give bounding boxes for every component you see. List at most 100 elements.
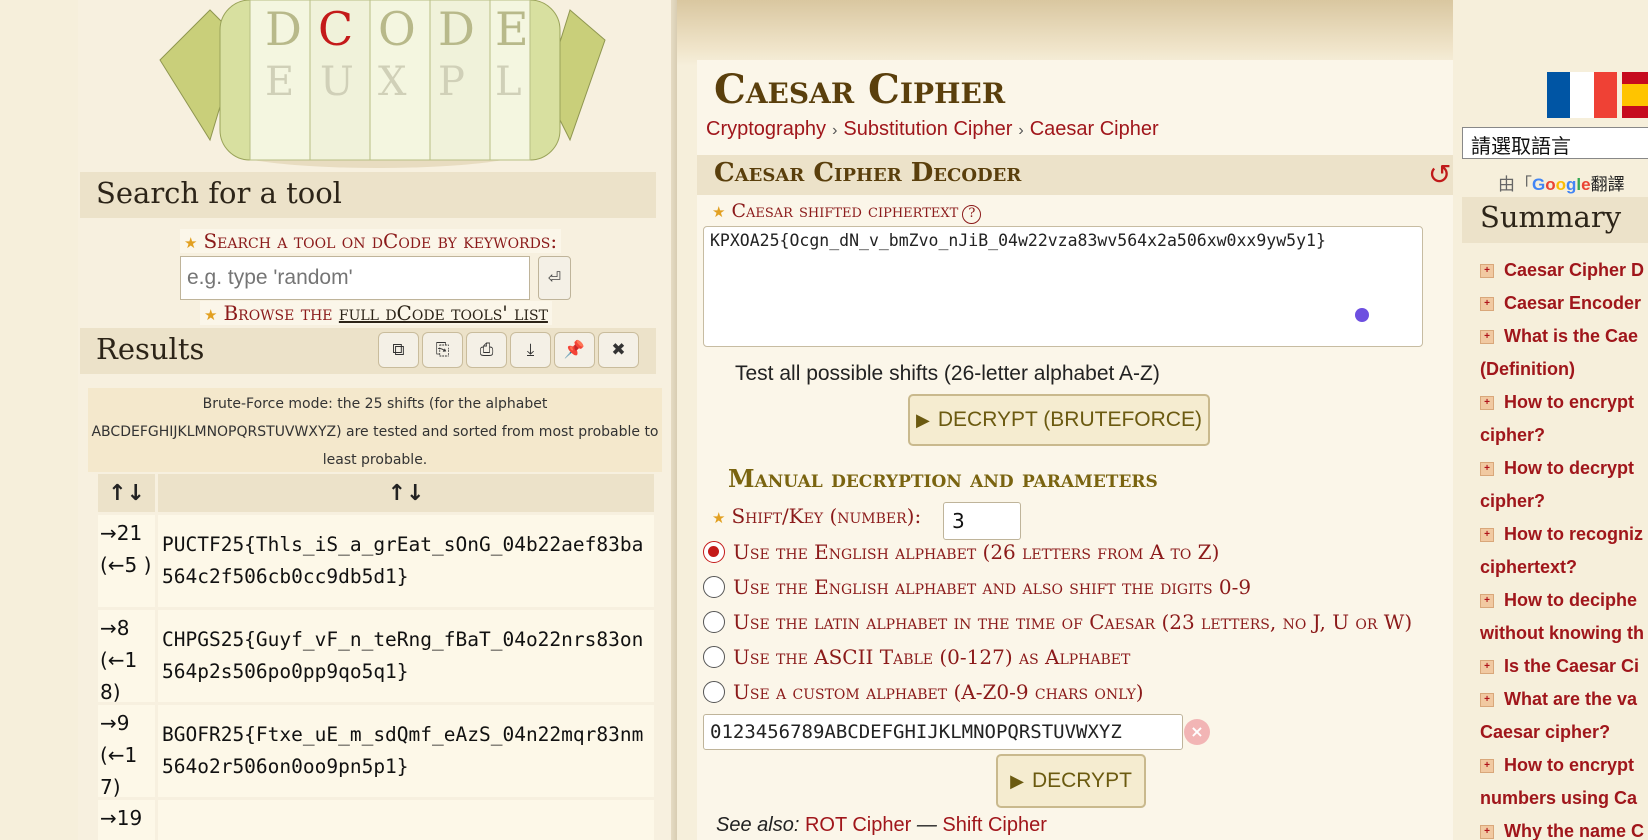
help-icon[interactable]: ?: [962, 205, 982, 224]
shift-label-text: Shift/Key (number):: [731, 504, 922, 528]
bruteforce-note-line: least probable.: [322, 452, 428, 468]
summary-item-label: ciphertext?: [1480, 557, 1578, 577]
breadcrumb-cryptography[interactable]: Cryptography: [706, 118, 826, 140]
summary-bullet-icon: +: [1480, 759, 1494, 774]
summary-bullet-icon: +: [1480, 660, 1494, 675]
star-icon: ★: [204, 306, 218, 324]
summary-item-label: (Definition): [1480, 359, 1575, 379]
breadcrumb-separator: ›: [832, 122, 838, 139]
sort-shift-header[interactable]: ↑↓: [98, 474, 155, 512]
custom-alphabet-input[interactable]: [703, 714, 1183, 750]
summary-item-label: Caesar cipher?: [1480, 722, 1611, 742]
shift-cipher-link[interactable]: Shift Cipher: [942, 814, 1047, 836]
summary-item[interactable]: Caesar cipher?: [1480, 716, 1648, 749]
summary-item[interactable]: cipher?: [1480, 419, 1648, 452]
rot-cipher-link[interactable]: ROT Cipher: [805, 814, 911, 836]
google-logo-icon[interactable]: Google: [1532, 175, 1591, 194]
row-shift: →21 (←5 ): [98, 515, 155, 607]
summary-item-label: Why the name C: [1504, 821, 1645, 840]
svg-text:L: L: [495, 59, 522, 105]
summary-item[interactable]: + How to decrypt: [1480, 452, 1648, 485]
decrypt-bruteforce-label: DECRYPT (BRUTEFORCE): [937, 408, 1202, 431]
breadcrumb-caesar-cipher[interactable]: Caesar Cipher: [1030, 118, 1159, 140]
radio-button[interactable]: [703, 681, 725, 703]
summary-item[interactable]: + Caesar Encoder: [1480, 287, 1648, 320]
svg-text:X: X: [378, 59, 407, 105]
pin-button[interactable]: 📌: [554, 332, 595, 368]
summary-item-label: cipher?: [1480, 425, 1546, 445]
summary-item[interactable]: + Why the name C: [1480, 815, 1648, 840]
dcode-logo-icon[interactable]: D C O D E E U X P L: [150, 0, 610, 172]
radio-button[interactable]: [703, 541, 725, 563]
tool-search-input[interactable]: [180, 256, 530, 300]
spanish-flag-icon[interactable]: [1622, 72, 1648, 118]
summary-item[interactable]: + What are the va: [1480, 683, 1648, 716]
radio-english-digits[interactable]: Use the English alphabet and also shift …: [703, 575, 1251, 599]
google-translate-credit: 由「Google翻譯: [1498, 170, 1625, 195]
summary-item[interactable]: cipher?: [1480, 485, 1648, 518]
summary-bullet-icon: +: [1480, 594, 1494, 609]
radio-latin-alphabet[interactable]: Use the latin alphabet in the time of Ca…: [703, 610, 1412, 634]
print-button[interactable]: ⎙: [466, 332, 507, 368]
decrypt-button[interactable]: ▶ DECRYPT: [996, 754, 1146, 808]
summary-item[interactable]: + How to encrypt: [1480, 386, 1648, 419]
ciphertext-label: ★ Caesar shifted ciphertext?: [712, 200, 982, 224]
search-label-text: Search a tool on dCode by keywords:: [203, 229, 558, 253]
bruteforce-note-line: ABCDEFGHIJKLMNOPQRSTUVWXYZ) are tested a…: [91, 424, 659, 440]
radio-ascii-table[interactable]: Use the ASCII Table (0-127) as Alphabet: [703, 645, 1130, 669]
radio-english-alphabet[interactable]: Use the English alphabet (26 letters fro…: [703, 540, 1219, 564]
radio-button[interactable]: [703, 576, 725, 598]
summary-item[interactable]: numbers using Ca: [1480, 782, 1648, 815]
summary-item[interactable]: + Is the Caesar Ci: [1480, 650, 1648, 683]
summary-item[interactable]: + How to deciphe: [1480, 584, 1648, 617]
summary-item[interactable]: without knowing th: [1480, 617, 1648, 650]
summary-item[interactable]: + Caesar Cipher D: [1480, 254, 1648, 287]
radio-custom-alphabet[interactable]: Use a custom alphabet (A-Z0-9 chars only…: [703, 680, 1144, 704]
row-plaintext[interactable]: BGOFR25{Ftxe_uE_m_sdQmf_eAzS_04n22mqr83n…: [158, 705, 654, 797]
summary-item[interactable]: + How to encrypt: [1480, 749, 1648, 782]
print-icon: ⎙: [479, 340, 494, 360]
breadcrumb-separator: ›: [1018, 122, 1024, 139]
svg-text:D: D: [438, 2, 475, 56]
grammarly-icon[interactable]: [1355, 308, 1369, 322]
close-button[interactable]: ✖: [598, 332, 639, 368]
summary-bullet-icon: +: [1480, 264, 1494, 279]
summary-item[interactable]: ciphertext?: [1480, 551, 1648, 584]
reload-icon[interactable]: ↺: [1428, 158, 1451, 191]
row-plaintext[interactable]: [158, 800, 654, 840]
breadcrumb: Cryptography › Substitution Cipher › Caesar …: [706, 118, 1159, 141]
language-select[interactable]: 請選取語言: [1462, 127, 1648, 159]
summary-bullet-icon: +: [1480, 297, 1494, 312]
copy-button[interactable]: ⧉: [378, 332, 419, 368]
ciphertext-input[interactable]: KPXOA25{Ocgn_dN_v_bmZvo_nJiB_04w22vza83w…: [703, 226, 1423, 347]
download-button[interactable]: ⤓: [510, 332, 551, 368]
summary-item-label: What is the Cae: [1504, 326, 1639, 346]
summary-item[interactable]: + How to recogniz: [1480, 518, 1648, 551]
summary-list: + Caesar Cipher D + Caesar Encoder + What is …: [1480, 254, 1648, 840]
export-button[interactable]: ⎘: [422, 332, 463, 368]
test-all-shifts-label: Test all possible shifts (26-letter alph…: [735, 362, 1160, 385]
search-submit-button[interactable]: ⏎: [538, 256, 571, 300]
svg-text:P: P: [438, 59, 465, 105]
breadcrumb-substitution-cipher[interactable]: Substitution Cipher: [843, 118, 1012, 140]
row-plaintext[interactable]: PUCTF25{Thls_iS_a_grEat_sOnG_04b22aef83b…: [158, 515, 654, 607]
shift-key-input[interactable]: [943, 502, 1021, 540]
decrypt-bruteforce-button[interactable]: ▶ DECRYPT (BRUTEFORCE): [908, 394, 1210, 446]
enter-icon: ⏎: [547, 268, 562, 287]
summary-bullet-icon: +: [1480, 528, 1494, 543]
summary-title: Summary: [1480, 200, 1622, 234]
row-plaintext[interactable]: CHPGS25{Guyf_vF_n_teRng_fBaT_04o22nrs83o…: [158, 610, 654, 702]
table-row: →19: [98, 800, 654, 840]
radio-label: Use a custom alphabet (A-Z0-9 chars only…: [733, 680, 1144, 704]
sort-text-header[interactable]: ↑↓: [158, 474, 654, 512]
clear-icon[interactable]: ×: [1184, 719, 1210, 745]
svg-text:D: D: [265, 2, 302, 56]
summary-item[interactable]: + What is the Cae: [1480, 320, 1648, 353]
radio-button[interactable]: [703, 646, 725, 668]
summary-item[interactable]: (Definition): [1480, 353, 1648, 386]
french-flag-icon[interactable]: [1547, 72, 1617, 118]
full-tools-list-link[interactable]: full dCode tools' list: [339, 301, 548, 325]
table-row: →8 (←1 8) CHPGS25{Guyf_vF_n_teRng_fBaT_0…: [98, 610, 654, 704]
radio-button[interactable]: [703, 611, 725, 633]
gtrans-suffix: 翻譯: [1590, 175, 1625, 195]
